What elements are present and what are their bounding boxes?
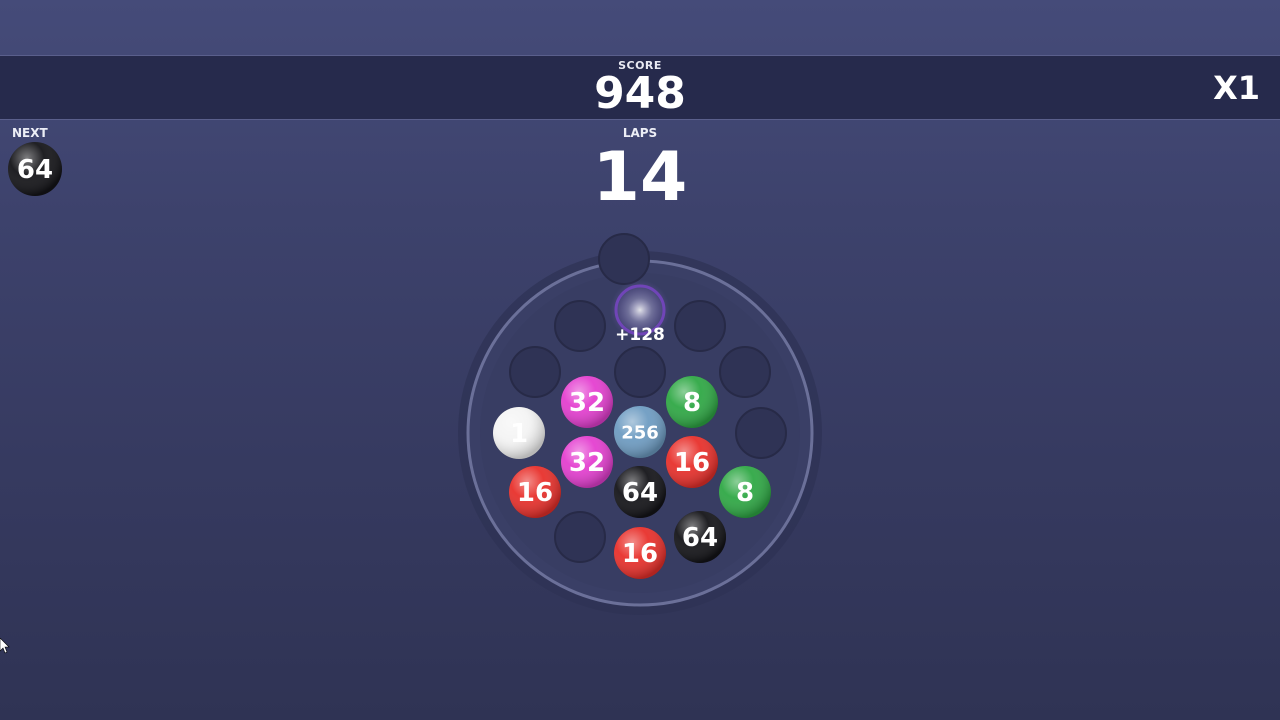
score-popup: +128 [615, 325, 665, 345]
ball: 64 [614, 466, 666, 518]
ball: 16 [614, 527, 666, 579]
ball-value: 64 [17, 155, 53, 185]
ball-value: 64 [622, 478, 658, 508]
ball-value: 16 [674, 448, 710, 478]
empty-slot [554, 511, 606, 563]
empty-slot [598, 233, 650, 285]
next-ball: 64 [8, 142, 62, 196]
empty-slot [554, 300, 606, 352]
ball-value: 8 [683, 388, 701, 418]
game-board[interactable]: 1 32 8 256 32 16 64 16 8 64 16 64 +128 [0, 0, 1280, 720]
ball-value: 8 [736, 478, 754, 508]
ball: 256 [614, 406, 666, 458]
ball: 16 [666, 436, 718, 488]
score-popup-layer: +128 [610, 280, 670, 345]
ball: 32 [561, 376, 613, 428]
ball: 64 [674, 511, 726, 563]
empty-slot [674, 300, 726, 352]
ball-value: 32 [569, 388, 605, 418]
empty-slot [735, 407, 787, 459]
ball: 8 [666, 376, 718, 428]
mouse-cursor-icon [0, 638, 10, 654]
ball-value: 32 [569, 448, 605, 478]
ball-value: 256 [621, 423, 659, 444]
empty-slot [719, 346, 771, 398]
empty-slot [614, 346, 666, 398]
ball: 8 [719, 466, 771, 518]
ball: 16 [509, 466, 561, 518]
next-ball: 64 [8, 142, 62, 196]
ball: 1 [493, 407, 545, 459]
ball-value: 16 [517, 478, 553, 508]
empty-slot [509, 346, 561, 398]
ball-value: 64 [682, 523, 718, 553]
ball-value: 1 [510, 419, 528, 449]
ball-value: 16 [622, 539, 658, 569]
ball: 32 [561, 436, 613, 488]
